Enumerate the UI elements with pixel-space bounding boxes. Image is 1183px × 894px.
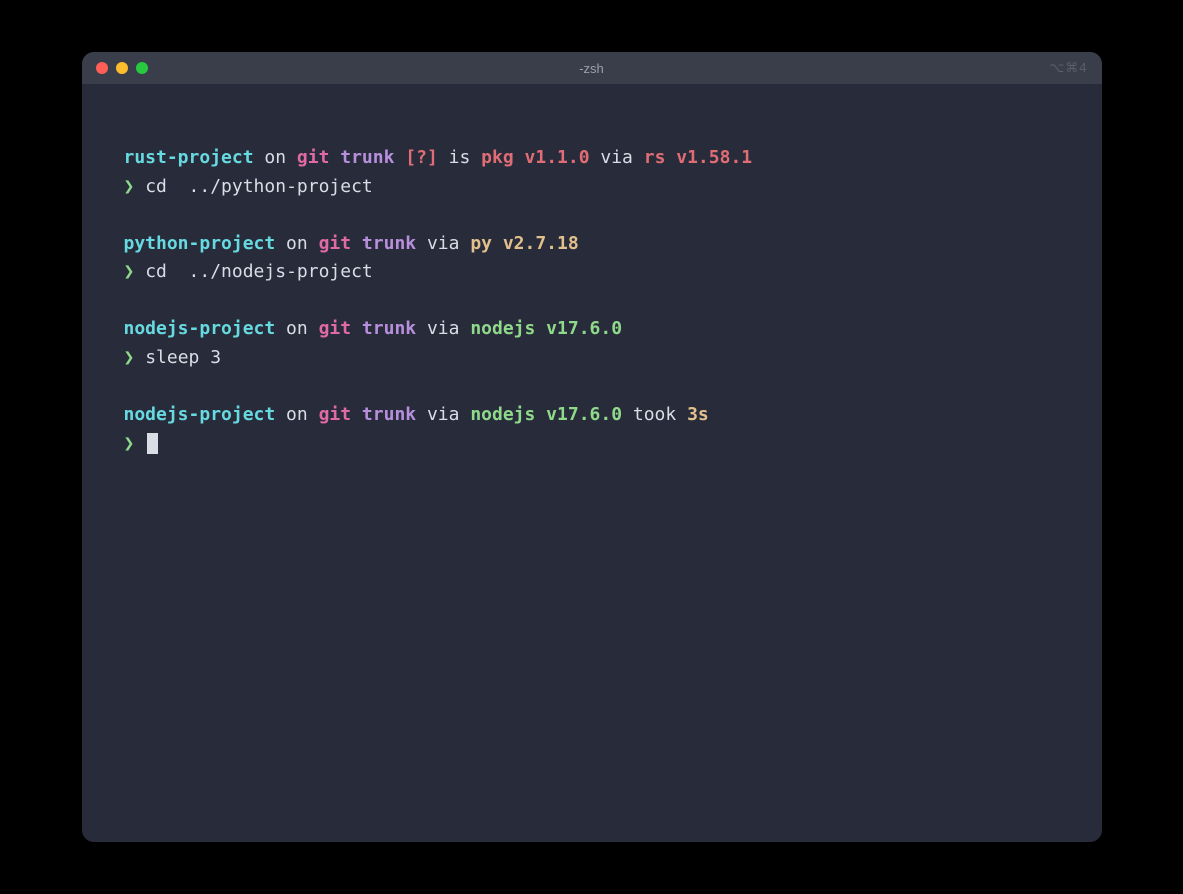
package-version: v1.1.0 xyxy=(514,147,590,168)
prompt-block: rust-project on git trunk [?] is pkg v1.… xyxy=(124,144,1060,202)
branch: trunk xyxy=(351,318,416,339)
runtime-label: py xyxy=(470,233,492,254)
git-status: [?] xyxy=(394,147,437,168)
prompt-block: nodejs-project on git trunk via nodejs v… xyxy=(124,401,1060,459)
separator: via xyxy=(590,147,644,168)
command-text: cd ../python-project xyxy=(145,176,373,197)
prompt-line: nodejs-project on git trunk via nodejs v… xyxy=(124,401,1060,430)
separator: via xyxy=(416,233,470,254)
vcs-label: git xyxy=(297,147,330,168)
separator: is xyxy=(438,147,481,168)
separator: on xyxy=(275,233,318,254)
runtime-version: v17.6.0 xyxy=(535,404,622,425)
command-text: cd ../nodejs-project xyxy=(145,261,373,282)
runtime-version: v17.6.0 xyxy=(535,318,622,339)
command-line: ❯ cd ../python-project xyxy=(124,173,1060,202)
command-line: ❯ xyxy=(124,430,1060,459)
prompt-char: ❯ xyxy=(124,176,146,197)
cursor xyxy=(147,433,158,454)
runtime-label: rs xyxy=(644,147,666,168)
separator: via xyxy=(416,404,470,425)
prompt-char: ❯ xyxy=(124,261,146,282)
window-title: -zsh xyxy=(579,61,604,76)
prompt-block: nodejs-project on git trunk via nodejs v… xyxy=(124,315,1060,373)
runtime-version: v2.7.18 xyxy=(492,233,579,254)
separator: took xyxy=(622,404,687,425)
titlebar: -zsh ⌥⌘4 xyxy=(82,52,1102,84)
prompt-line: python-project on git trunk via py v2.7.… xyxy=(124,230,1060,259)
separator: on xyxy=(275,318,318,339)
prompt-line: nodejs-project on git trunk via nodejs v… xyxy=(124,315,1060,344)
prompt-block: python-project on git trunk via py v2.7.… xyxy=(124,230,1060,288)
branch: trunk xyxy=(329,147,394,168)
prompt-char: ❯ xyxy=(124,347,146,368)
vcs-label: git xyxy=(319,318,352,339)
runtime-label: nodejs xyxy=(470,404,535,425)
directory: python-project xyxy=(124,233,276,254)
terminal-body[interactable]: rust-project on git trunk [?] is pkg v1.… xyxy=(82,84,1102,842)
separator: on xyxy=(254,147,297,168)
directory: nodejs-project xyxy=(124,318,276,339)
package-label: pkg xyxy=(481,147,514,168)
vcs-label: git xyxy=(319,233,352,254)
branch: trunk xyxy=(351,233,416,254)
minimize-button[interactable] xyxy=(116,62,128,74)
shortcut-indicator: ⌥⌘4 xyxy=(1049,60,1087,76)
branch: trunk xyxy=(351,404,416,425)
command-line: ❯ sleep 3 xyxy=(124,344,1060,373)
terminal-window: -zsh ⌥⌘4 rust-project on git trunk [?] i… xyxy=(82,52,1102,842)
vcs-label: git xyxy=(319,404,352,425)
runtime-version: v1.58.1 xyxy=(665,147,752,168)
directory: rust-project xyxy=(124,147,254,168)
duration: 3s xyxy=(687,404,709,425)
maximize-button[interactable] xyxy=(136,62,148,74)
separator: via xyxy=(416,318,470,339)
command-text: sleep 3 xyxy=(145,347,221,368)
separator: on xyxy=(275,404,318,425)
runtime-label: nodejs xyxy=(470,318,535,339)
prompt-line: rust-project on git trunk [?] is pkg v1.… xyxy=(124,144,1060,173)
close-button[interactable] xyxy=(96,62,108,74)
directory: nodejs-project xyxy=(124,404,276,425)
prompt-char: ❯ xyxy=(124,433,146,454)
traffic-lights xyxy=(96,62,148,74)
command-line: ❯ cd ../nodejs-project xyxy=(124,258,1060,287)
